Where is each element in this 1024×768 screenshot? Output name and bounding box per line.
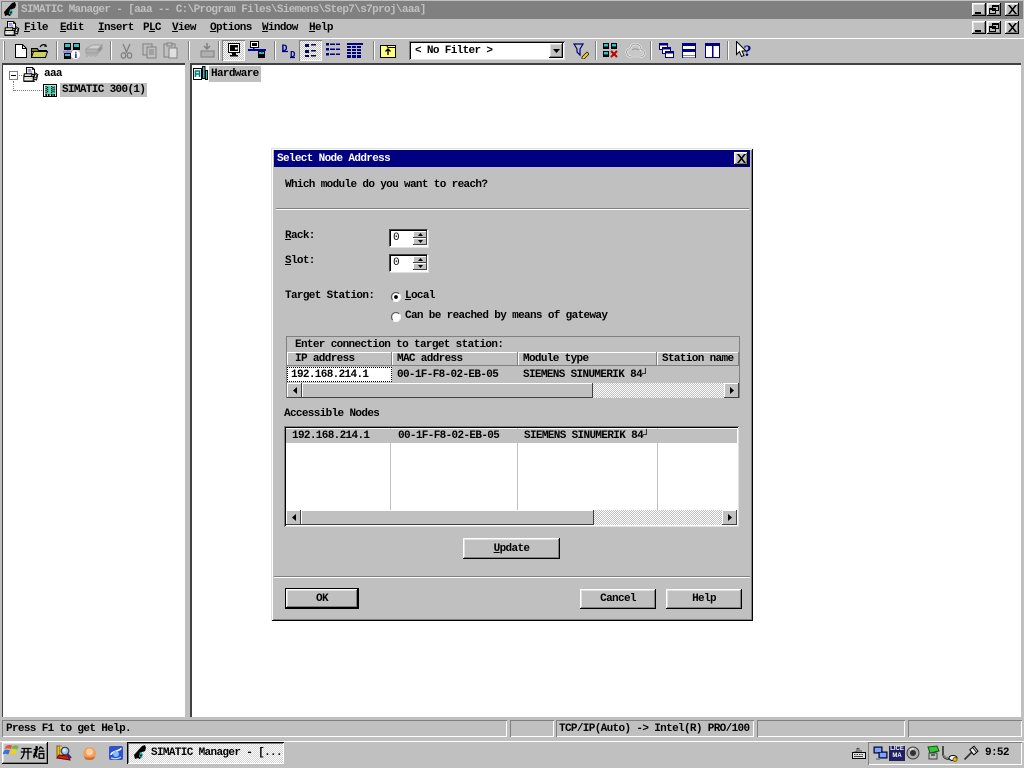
svg-text:?: ? [744, 43, 752, 59]
svg-text:D: D [282, 44, 288, 55]
